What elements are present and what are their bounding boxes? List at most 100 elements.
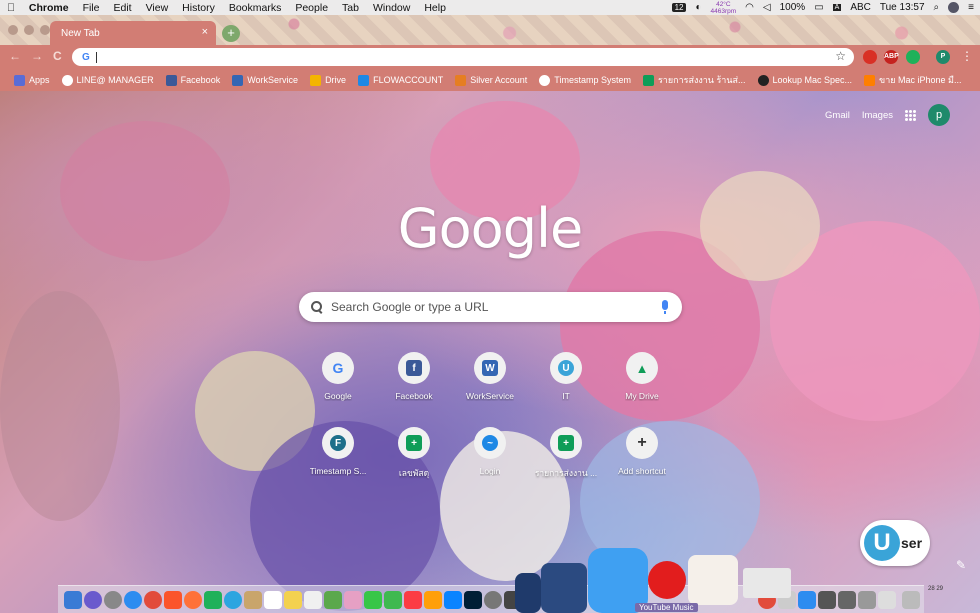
maps-icon[interactable] xyxy=(324,591,342,609)
shortcut-facebook[interactable]: f Facebook xyxy=(376,352,452,401)
photos-icon[interactable] xyxy=(344,591,362,609)
shortcut-work-list[interactable]: + รายการส่งงาน ... xyxy=(528,427,604,480)
images-link[interactable]: Images xyxy=(862,110,893,121)
menu-file[interactable]: File xyxy=(76,2,107,14)
menu-view[interactable]: View xyxy=(139,2,176,14)
microphone-icon[interactable] xyxy=(662,300,668,314)
back-icon[interactable]: ← xyxy=(9,49,21,63)
volume-icon[interactable]: ◁ xyxy=(763,2,771,13)
shortcut-timestamp[interactable]: F Timestamp S... xyxy=(300,427,376,480)
gmail-link[interactable]: Gmail xyxy=(825,110,850,121)
add-shortcut-button[interactable]: + Add shortcut xyxy=(604,427,680,480)
bookmark-sell-mac[interactable]: ขาย Mac iPhone มื... xyxy=(860,73,965,87)
menu-kebab-icon[interactable]: ⋮ xyxy=(961,49,973,63)
wifi-icon[interactable]: ◠ xyxy=(745,2,754,13)
bookmark-silver-account[interactable]: Silver Account xyxy=(451,74,531,86)
window-thumbnail-icon[interactable] xyxy=(818,591,836,609)
app-store-icon[interactable] xyxy=(444,591,462,609)
search-box[interactable]: Search Google or type a URL xyxy=(299,292,682,322)
close-icon[interactable]: × xyxy=(202,26,208,38)
line-icon[interactable] xyxy=(204,591,222,609)
bookmark-timestamp[interactable]: Timestamp System xyxy=(535,74,635,86)
image-thumbnail-icon[interactable] xyxy=(688,555,738,605)
bookmark-facebook[interactable]: Facebook xyxy=(162,74,225,86)
menu-people[interactable]: People xyxy=(288,2,335,14)
customize-pencil-icon[interactable]: ✎ xyxy=(956,558,966,572)
address-bar[interactable]: G ☆ xyxy=(72,48,854,66)
bookmark-apps[interactable]: Apps xyxy=(10,74,54,86)
menu-app-name[interactable]: Chrome xyxy=(22,2,76,14)
display-icon[interactable]: ◐ xyxy=(695,2,701,13)
music-icon[interactable] xyxy=(404,591,422,609)
battery-percent[interactable]: 100% xyxy=(780,2,806,13)
photoshop-icon[interactable] xyxy=(464,591,482,609)
messages-icon[interactable] xyxy=(384,591,402,609)
zoom-window-button[interactable] xyxy=(40,25,50,35)
window-thumbnail-icon[interactable] xyxy=(878,591,896,609)
trash-icon[interactable] xyxy=(902,591,920,609)
menu-history[interactable]: History xyxy=(175,2,222,14)
bookmark-line-manager[interactable]: LINE@ MANAGER xyxy=(58,74,158,86)
shortcut-google[interactable]: G Google xyxy=(300,352,376,401)
shield-extension-icon[interactable] xyxy=(863,50,877,64)
books-icon[interactable] xyxy=(424,591,442,609)
user-avatar-icon[interactable] xyxy=(948,2,960,13)
notification-badge[interactable]: 12 xyxy=(671,3,687,12)
shortcut-login[interactable]: ~ Login xyxy=(452,427,528,480)
search-placeholder[interactable]: Search Google or type a URL xyxy=(331,300,488,314)
window-thumbnail-icon[interactable] xyxy=(838,591,856,609)
shortcut-parcel-number[interactable]: + เลขพัสดุ xyxy=(376,427,452,480)
close-window-button[interactable] xyxy=(8,25,18,35)
bookmark-workservice[interactable]: WorkService xyxy=(228,74,302,86)
firefox-icon[interactable] xyxy=(184,591,202,609)
bookmark-work-list[interactable]: รายการส่งงาน ร้านส่... xyxy=(639,73,750,87)
account-avatar[interactable]: p xyxy=(928,104,950,126)
tab-new-tab[interactable]: New Tab × xyxy=(50,21,216,45)
reminders-icon[interactable] xyxy=(304,591,322,609)
window-thumbnail-icon[interactable] xyxy=(743,568,791,598)
finder-icon[interactable] xyxy=(64,591,82,609)
shortcut-workservice[interactable]: W WorkService xyxy=(452,352,528,401)
folder-icon[interactable] xyxy=(798,591,816,609)
menu-edit[interactable]: Edit xyxy=(106,2,138,14)
battery-icon[interactable]: ▭ xyxy=(814,2,823,13)
minimize-window-button[interactable] xyxy=(24,25,34,35)
bookmark-drive[interactable]: Drive xyxy=(306,74,350,86)
shortcut-my-drive[interactable]: ▲ My Drive xyxy=(604,352,680,401)
contacts-icon[interactable] xyxy=(244,591,262,609)
bookmark-flowaccount[interactable]: FLOWACCOUNT xyxy=(354,74,447,86)
shortcut-it[interactable]: U IT xyxy=(528,352,604,401)
spotlight-icon[interactable]: ⌕ xyxy=(934,2,940,13)
brave-icon[interactable] xyxy=(164,591,182,609)
telegram-icon[interactable] xyxy=(224,591,242,609)
chrome-icon[interactable] xyxy=(144,591,162,609)
reload-icon[interactable]: C xyxy=(53,49,62,63)
profile-icon[interactable]: P xyxy=(936,50,950,64)
menu-window[interactable]: Window xyxy=(366,2,417,14)
circuit-app-icon[interactable] xyxy=(515,573,541,613)
forward-icon[interactable]: → xyxy=(31,49,43,63)
new-tab-button[interactable]: + xyxy=(222,25,240,42)
google-apps-icon[interactable] xyxy=(905,109,916,121)
input-source-icon[interactable]: A xyxy=(832,4,842,11)
abp-extension-icon[interactable]: ABP xyxy=(884,50,899,64)
line-extension-icon[interactable] xyxy=(906,50,920,64)
bookmark-star-icon[interactable]: ☆ xyxy=(835,49,846,63)
bookmark-lookup-mac[interactable]: Lookup Mac Spec... xyxy=(754,74,857,86)
calendar-icon[interactable] xyxy=(264,591,282,609)
notification-center-icon[interactable]: ≡ xyxy=(968,2,974,13)
safari-icon[interactable] xyxy=(124,591,142,609)
system-preferences-icon[interactable] xyxy=(484,591,502,609)
clock[interactable]: Tue 13:57 xyxy=(880,2,925,13)
launchpad-icon[interactable] xyxy=(104,591,122,609)
window-thumbnail-icon[interactable] xyxy=(858,591,876,609)
youtube-music-icon[interactable] xyxy=(648,561,686,599)
facetime-icon[interactable] xyxy=(364,591,382,609)
siri-icon[interactable] xyxy=(84,591,102,609)
menu-tab[interactable]: Tab xyxy=(335,2,366,14)
input-source[interactable]: ABC xyxy=(850,2,871,13)
menu-bookmarks[interactable]: Bookmarks xyxy=(222,2,289,14)
circuit-app-icon[interactable] xyxy=(541,563,587,613)
menu-help[interactable]: Help xyxy=(417,2,453,14)
apple-icon[interactable]:  xyxy=(0,2,22,14)
